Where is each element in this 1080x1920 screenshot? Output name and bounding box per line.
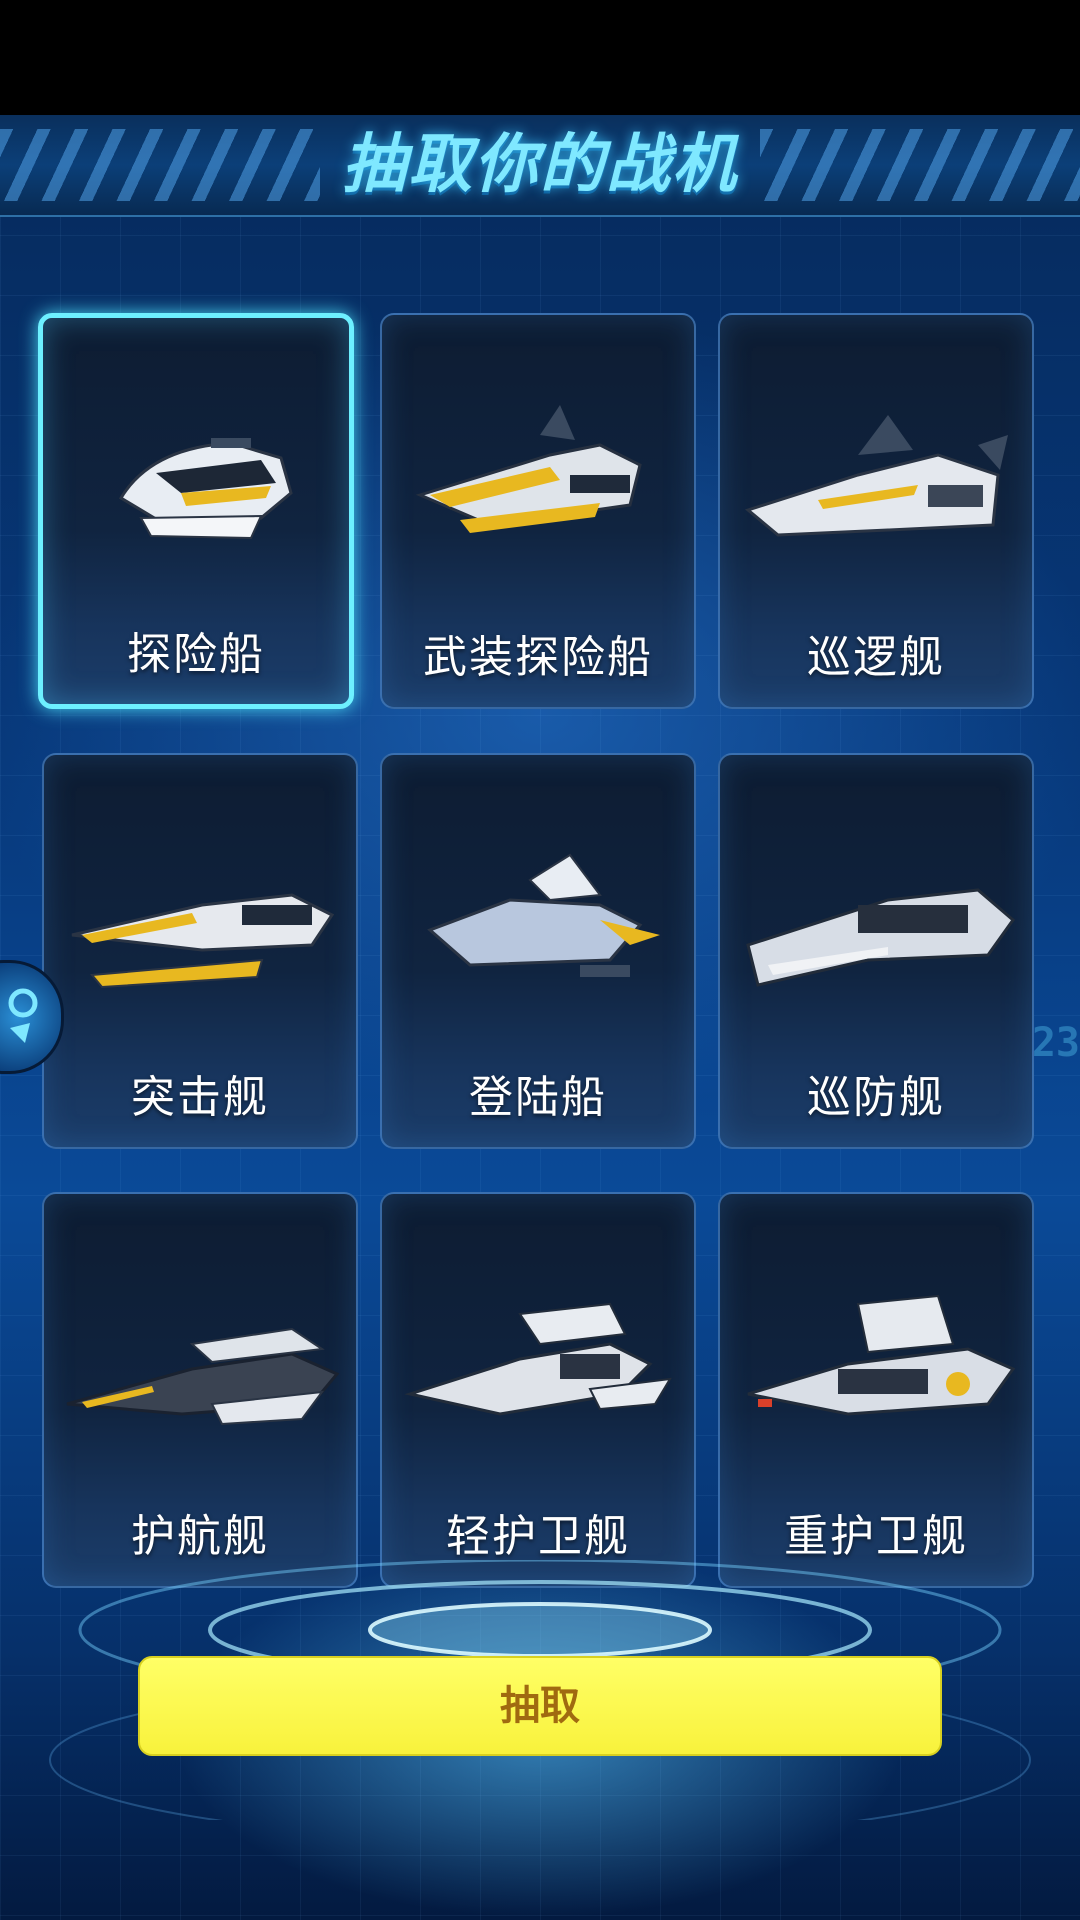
ship-name: 巡防舰 — [807, 1072, 945, 1123]
assault-ship-icon — [71, 893, 335, 989]
explorer-ship-icon — [118, 438, 293, 540]
ship-name: 突击舰 — [131, 1072, 269, 1123]
ship-card-armed-explorer[interactable]: 武装探险船 — [380, 313, 696, 709]
ship-card-landing[interactable]: 登陆船 — [380, 753, 696, 1149]
ship-name: 重护卫舰 — [784, 1511, 968, 1562]
game-screen: 抽取你的战机 探险船 武装探险船 巡逻舰 突击舰 登陆船 巡防舰 护航舰 轻护卫… — [0, 0, 1080, 1920]
ship-card-light-corvette[interactable]: 轻护卫舰 — [380, 1192, 696, 1588]
heavy-corvette-ship-icon — [747, 1294, 1016, 1416]
ship-name: 护航舰 — [131, 1511, 269, 1562]
ship-name: 探险船 — [127, 629, 265, 680]
ship-card-assault[interactable]: 突击舰 — [42, 753, 358, 1149]
escort-ship-icon — [66, 1327, 340, 1426]
ship-card-heavy-corvette[interactable]: 重护卫舰 — [718, 1192, 1034, 1588]
ship-card-escort[interactable]: 护航舰 — [42, 1192, 358, 1588]
title-banner: 抽取你的战机 — [0, 115, 1080, 217]
frigate-ship-icon — [746, 888, 1016, 987]
background-number: 23 — [1031, 1020, 1080, 1066]
page-title: 抽取你的战机 — [342, 128, 738, 202]
ship-card-explorer[interactable]: 探险船 — [38, 313, 354, 709]
armed-explorer-ship-icon — [415, 405, 642, 533]
ship-card-patrol[interactable]: 巡逻舰 — [718, 313, 1034, 709]
assistant-badge-icon — [8, 988, 38, 1043]
draw-button[interactable]: 抽取 — [138, 1656, 942, 1756]
ship-name: 武装探险船 — [423, 632, 653, 683]
ship-name: 轻护卫舰 — [446, 1511, 630, 1562]
ship-card-frigate[interactable]: 巡防舰 — [718, 753, 1034, 1149]
ship-name: 巡逻舰 — [807, 632, 945, 683]
status-bar-area — [0, 0, 1080, 115]
light-corvette-ship-icon — [404, 1302, 672, 1416]
ship-name: 登陆船 — [469, 1072, 607, 1123]
landing-ship-icon — [427, 853, 660, 977]
patrol-ship-icon — [744, 415, 1008, 537]
